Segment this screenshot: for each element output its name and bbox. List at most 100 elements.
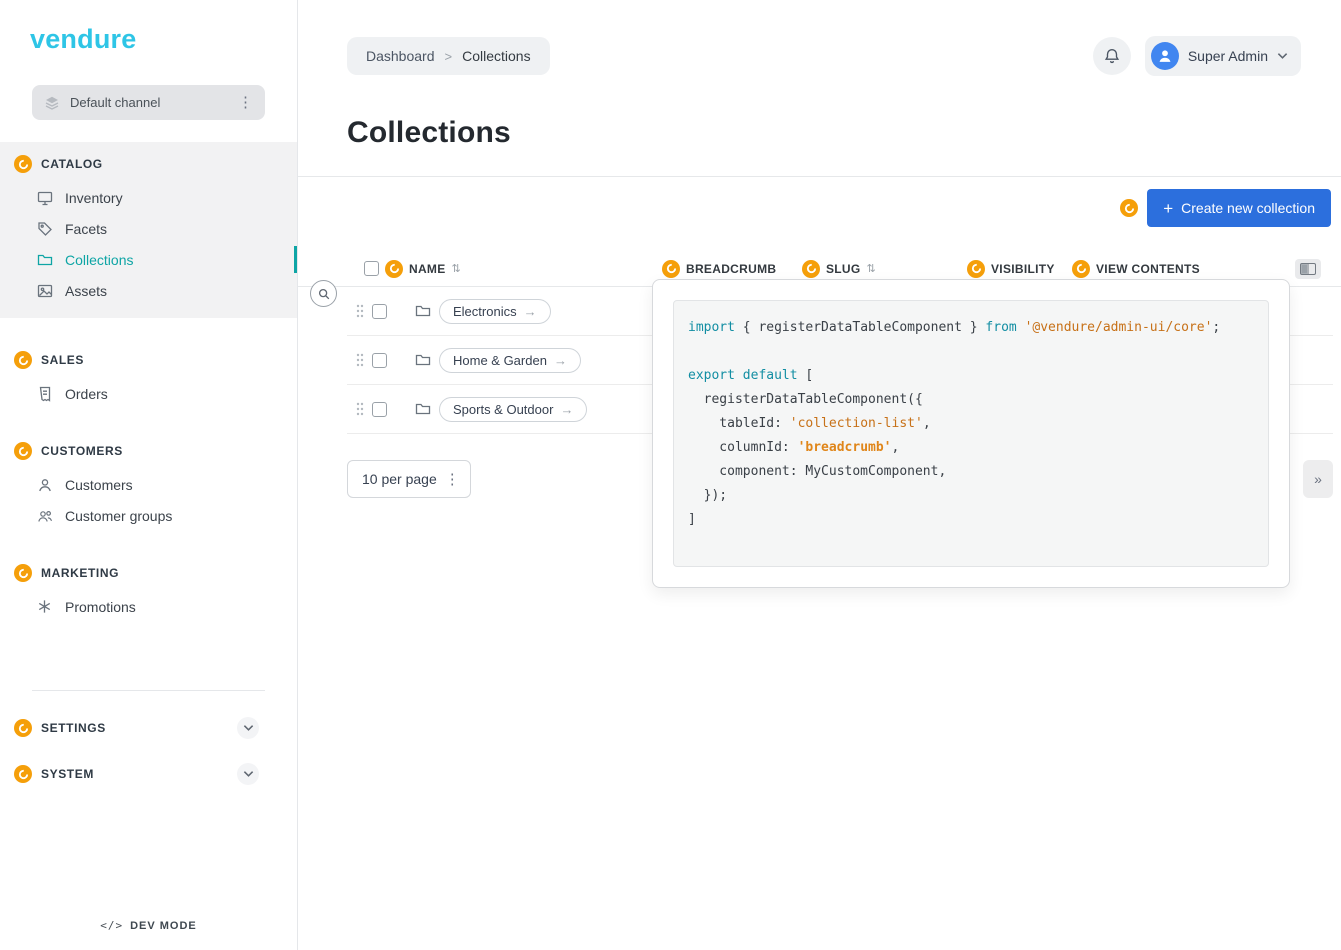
notifications-button[interactable] xyxy=(1093,37,1131,75)
dev-hint-badge-icon[interactable] xyxy=(1120,199,1138,217)
per-page-menu-icon[interactable]: ⋮ xyxy=(441,472,464,487)
create-new-collection-button[interactable]: + Create new collection xyxy=(1147,189,1331,227)
topbar-actions: Super Admin xyxy=(1093,36,1301,76)
person-icon xyxy=(1156,47,1174,65)
nav-header-label: SYSTEM xyxy=(41,767,94,781)
sidebar-item-promotions[interactable]: Promotions xyxy=(0,591,297,622)
app-root: vendure Default channel ⋮ CATALOG Invent… xyxy=(0,0,1341,950)
drag-handle-icon[interactable] xyxy=(356,304,364,318)
columns-icon xyxy=(1300,263,1316,275)
sidebar-item-customer-groups[interactable]: Customer groups xyxy=(0,500,297,531)
nav-group-sales: SALES Orders xyxy=(0,342,297,409)
sidebar: vendure Default channel ⋮ CATALOG Invent… xyxy=(0,0,298,950)
collection-link[interactable]: Electronics → xyxy=(439,299,551,324)
dev-hint-badge-icon[interactable] xyxy=(14,719,32,737)
code-line: import { registerDataTableComponent } fr… xyxy=(688,316,1254,340)
user-menu[interactable]: Super Admin xyxy=(1145,36,1301,76)
channel-menu-icon[interactable]: ⋮ xyxy=(234,95,257,110)
drag-handle-icon[interactable] xyxy=(356,402,364,416)
sidebar-item-customers[interactable]: Customers xyxy=(0,469,297,500)
search-icon xyxy=(317,287,331,301)
nav-header-label: MARKETING xyxy=(41,566,119,580)
sidebar-item-label: Customers xyxy=(65,477,133,493)
dev-mode-label: DEV MODE xyxy=(130,920,197,932)
code-line: export default [ xyxy=(688,364,1254,388)
dev-hint-badge-icon[interactable] xyxy=(385,260,403,278)
nav-group-settings[interactable]: SETTINGS xyxy=(0,705,297,751)
page-title: Collections xyxy=(347,116,1341,150)
collection-name: Electronics xyxy=(453,304,517,319)
column-name: NAME ⇅ xyxy=(347,260,662,278)
next-page-button[interactable]: » xyxy=(1303,460,1333,498)
sidebar-item-orders[interactable]: Orders xyxy=(0,378,297,409)
dev-hint-badge-icon[interactable] xyxy=(802,260,820,278)
row-name-cell: Home & Garden → xyxy=(347,348,662,373)
nav-group-system[interactable]: SYSTEM xyxy=(0,751,297,797)
column-label: SLUG xyxy=(826,262,861,276)
collection-link[interactable]: Sports & Outdoor → xyxy=(439,397,587,422)
folder-icon xyxy=(415,303,431,319)
select-all-checkbox[interactable] xyxy=(364,261,379,276)
collection-name: Home & Garden xyxy=(453,353,547,368)
code-line xyxy=(688,340,1254,364)
row-checkbox[interactable] xyxy=(372,353,387,368)
chevron-down-icon xyxy=(1277,52,1288,60)
dev-hint-badge-icon[interactable] xyxy=(662,260,680,278)
channel-switcher[interactable]: Default channel ⋮ xyxy=(32,85,265,120)
sidebar-item-collections[interactable]: Collections xyxy=(0,244,297,275)
nav-group-marketing: MARKETING Promotions xyxy=(0,555,297,622)
nav-header-label: CUSTOMERS xyxy=(41,444,123,458)
dev-hint-badge-icon[interactable] xyxy=(14,351,32,369)
chevron-down-icon[interactable] xyxy=(237,717,259,739)
column-label: VISIBILITY xyxy=(991,262,1055,276)
sort-icon[interactable]: ⇅ xyxy=(452,262,462,275)
row-checkbox[interactable] xyxy=(372,402,387,417)
assets-icon xyxy=(37,282,54,299)
folder-icon xyxy=(415,401,431,417)
dev-mode-toggle[interactable]: </> DEV MODE xyxy=(0,919,297,932)
dev-hint-badge-icon[interactable] xyxy=(14,155,32,173)
avatar xyxy=(1151,42,1179,70)
code-line: }); xyxy=(688,484,1254,508)
sidebar-item-inventory[interactable]: Inventory xyxy=(0,182,297,213)
arrow-right-icon: → xyxy=(554,353,567,368)
column-label: VIEW CONTENTS xyxy=(1096,262,1200,276)
code-line: registerDataTableComponent({ xyxy=(688,388,1254,412)
dev-hint-badge-icon[interactable] xyxy=(14,442,32,460)
dev-hint-badge-icon[interactable] xyxy=(1072,260,1090,278)
sidebar-item-assets[interactable]: Assets xyxy=(0,275,297,306)
items-per-page-select[interactable]: 10 per page ⋮ xyxy=(347,460,471,498)
create-button-label: Create new collection xyxy=(1181,200,1315,216)
sidebar-item-label: Collections xyxy=(65,252,133,268)
collection-name: Sports & Outdoor xyxy=(453,402,553,417)
nav-header-label: SALES xyxy=(41,353,84,367)
breadcrumb-collections[interactable]: Collections xyxy=(462,48,530,64)
dev-hint-popover: import { registerDataTableComponent } fr… xyxy=(652,279,1290,588)
dev-hint-badge-icon[interactable] xyxy=(14,765,32,783)
double-chevron-right-icon: » xyxy=(1314,471,1322,487)
collections-icon xyxy=(37,251,54,268)
search-button[interactable] xyxy=(310,280,337,307)
collection-link[interactable]: Home & Garden → xyxy=(439,348,581,373)
drag-handle-icon[interactable] xyxy=(356,353,364,367)
chevron-down-icon[interactable] xyxy=(237,763,259,785)
sort-icon[interactable]: ⇅ xyxy=(867,262,877,275)
column-label: BREADCRUMB xyxy=(686,262,776,276)
breadcrumb-dashboard[interactable]: Dashboard xyxy=(366,48,435,64)
topbar: Dashboard > Collections Super Admin xyxy=(298,0,1341,76)
toolbar: + Create new collection xyxy=(298,189,1331,227)
nav-header-marketing: MARKETING xyxy=(0,555,297,591)
user-name: Super Admin xyxy=(1188,48,1268,64)
column-label: NAME xyxy=(409,262,446,276)
row-checkbox[interactable] xyxy=(372,304,387,319)
row-name-cell: Electronics → xyxy=(347,299,662,324)
sidebar-item-facets[interactable]: Facets xyxy=(0,213,297,244)
code-line: columnId: 'breadcrumb', xyxy=(688,436,1254,460)
column-settings-button[interactable] xyxy=(1295,259,1321,279)
dev-hint-badge-icon[interactable] xyxy=(967,260,985,278)
layers-icon xyxy=(44,95,60,111)
dev-hint-badge-icon[interactable] xyxy=(14,564,32,582)
nav-header-catalog: CATALOG xyxy=(0,146,297,182)
arrow-right-icon: → xyxy=(524,304,537,319)
sidebar-item-label: Facets xyxy=(65,221,107,237)
